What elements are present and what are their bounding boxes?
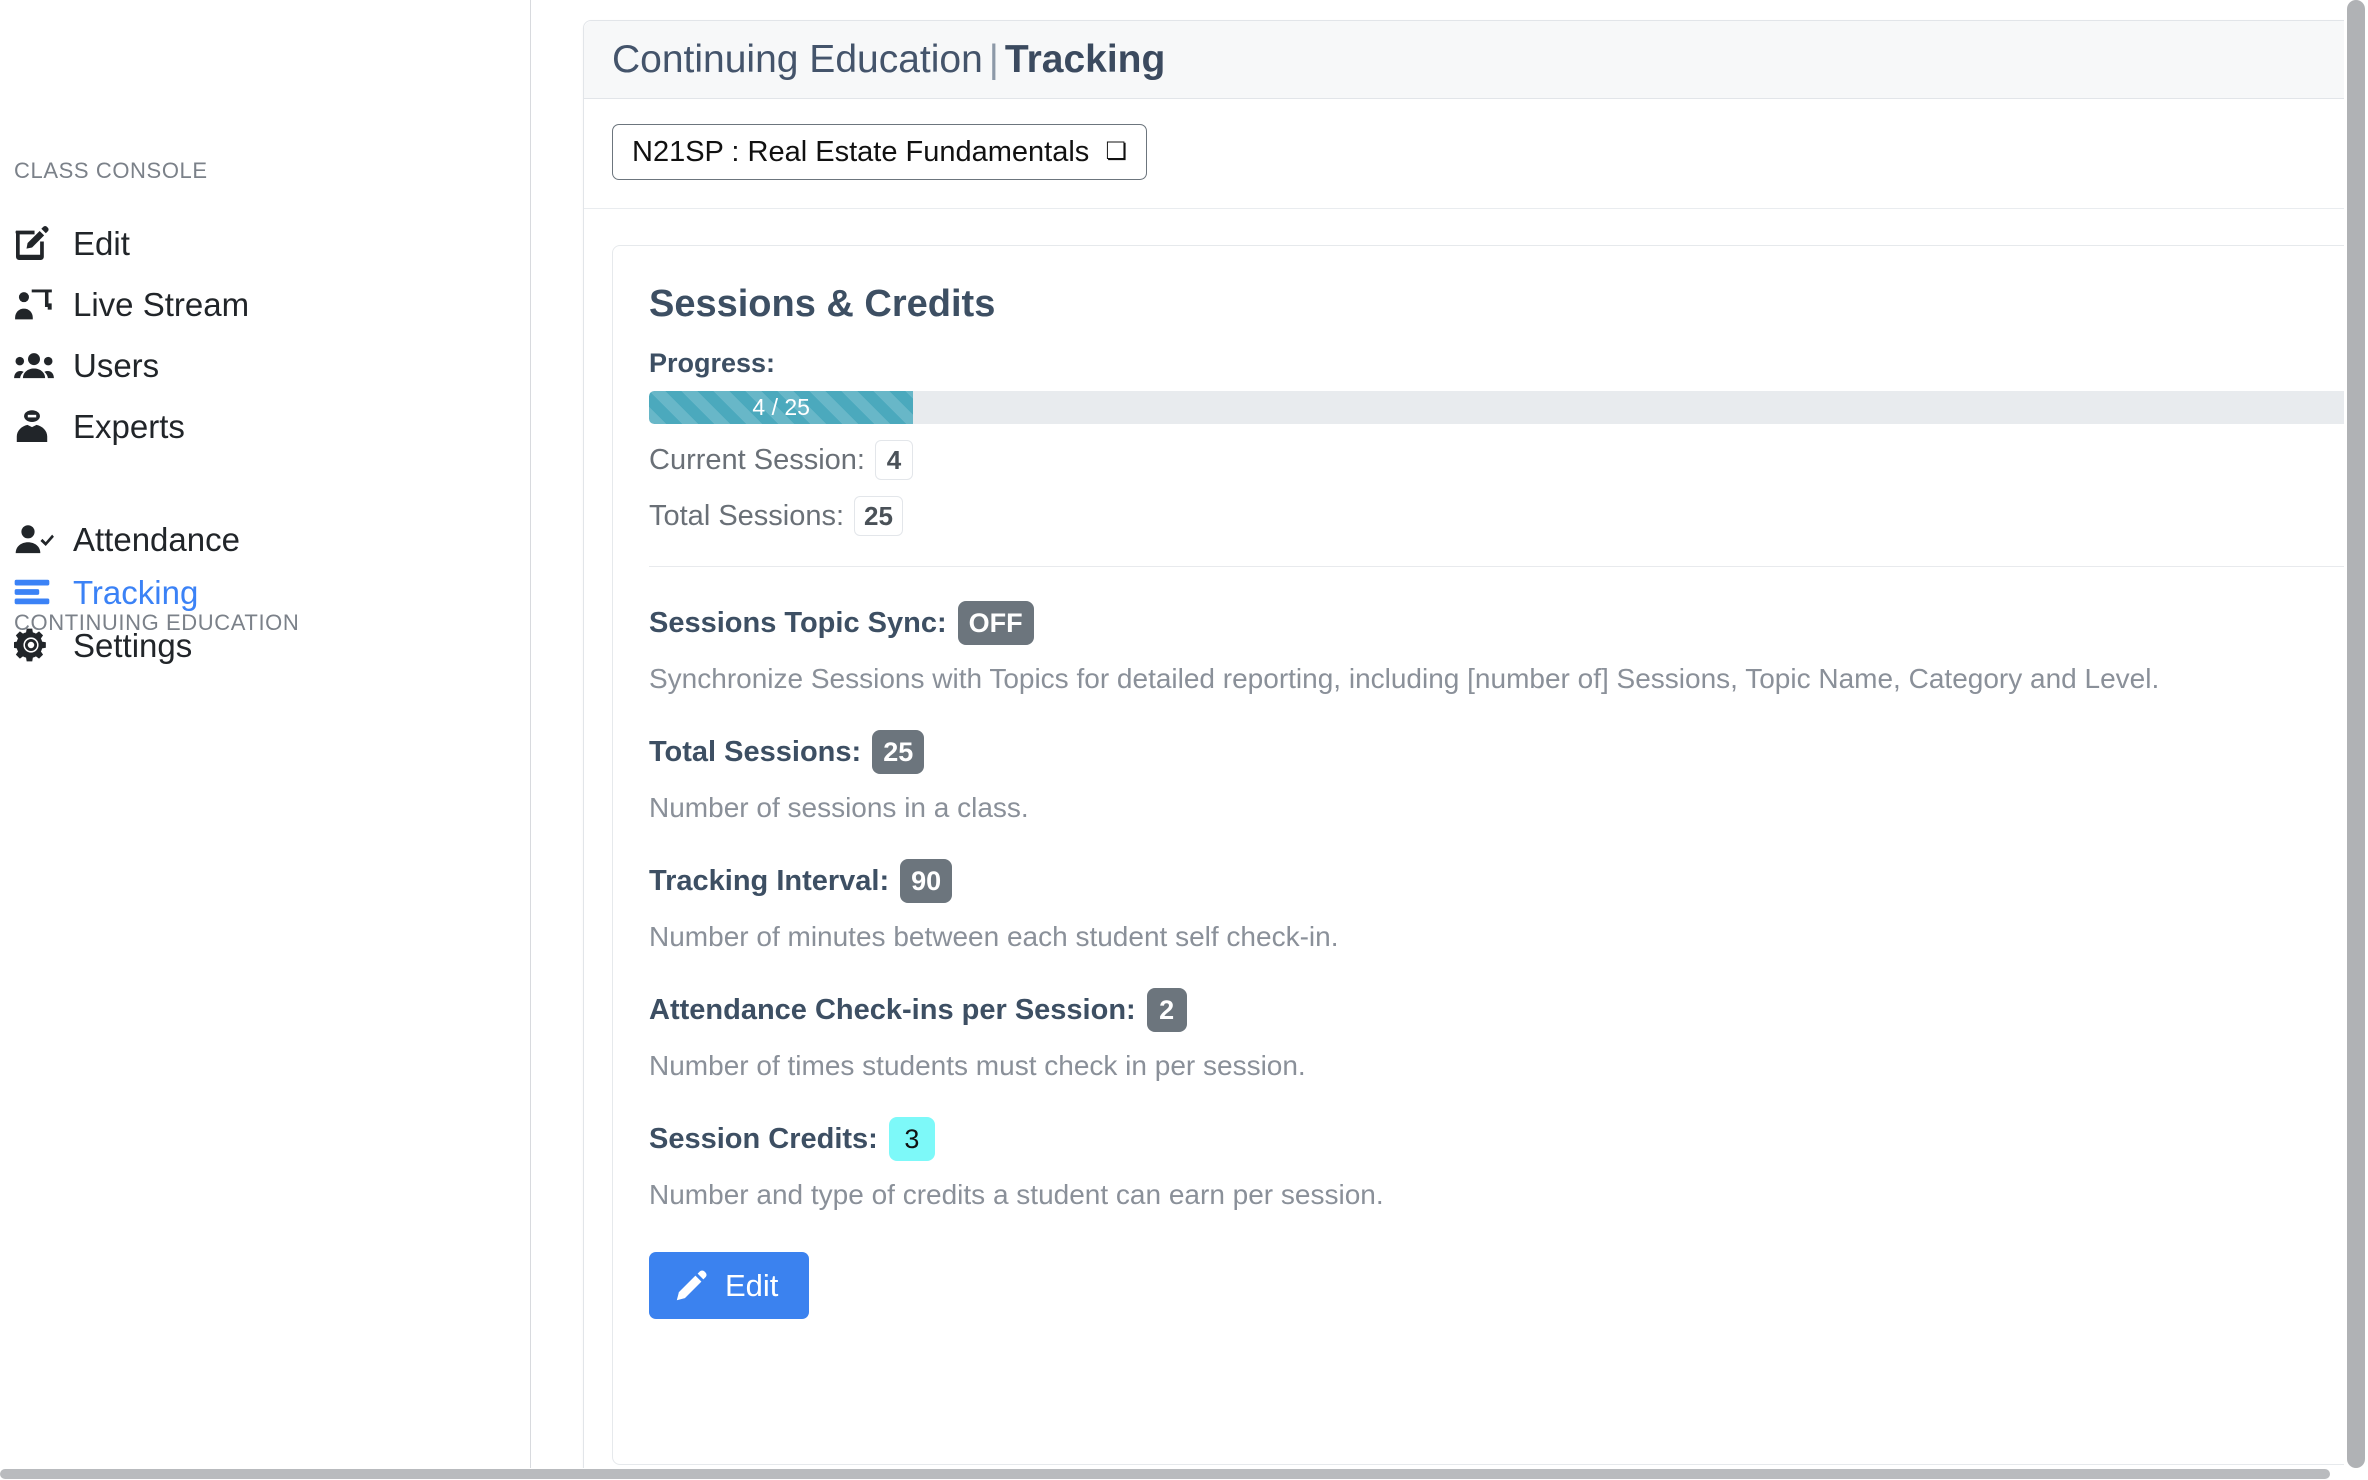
setting-label: Session Credits:	[649, 1122, 878, 1155]
total-sessions-row: Total Sessions: 25	[649, 496, 2368, 537]
sessions-credits-card: Sessions & Credits Progress: 4 / 25 Curr…	[612, 245, 2368, 1466]
breadcrumb-separator: |	[988, 38, 999, 81]
progress-bar-track: 4 / 25	[649, 391, 2368, 425]
class-select-wrapper: N21SP : Real Estate Fundamentals ❏	[612, 124, 1147, 181]
sidebar-item-label: Edit	[73, 224, 130, 262]
tracking-panel-card: Continuing Education | Tracking N21SP : Re…	[583, 20, 2368, 1480]
sidebar-item-label: Users	[73, 346, 160, 384]
horizontal-scrollbar[interactable]	[0, 1468, 2368, 1480]
status-badge-highlighted: 3	[888, 1117, 935, 1162]
sidebar-item-experts[interactable]: Experts	[14, 407, 185, 445]
progress-label: Progress:	[649, 348, 776, 379]
user-check-icon	[14, 520, 54, 558]
divider	[649, 566, 2368, 568]
status-badge: 90	[900, 859, 953, 904]
setting-label: Attendance Check-ins per Session:	[649, 993, 1136, 1026]
align-left-bars-icon	[14, 573, 54, 611]
setting-total-sessions: Total Sessions: 25 Number of sessions in…	[649, 730, 2368, 825]
sidebar-item-label: Live Stream	[73, 285, 250, 323]
current-session-label: Current Session:	[649, 443, 865, 476]
gear-icon	[14, 626, 54, 664]
sidebar-item-label: Settings	[73, 626, 193, 664]
edit-button-label: Edit	[725, 1268, 779, 1304]
total-sessions-label: Total Sessions:	[649, 499, 845, 532]
sidebar-item-live-stream[interactable]: Live Stream	[14, 285, 249, 323]
setting-session-credits: Session Credits: 3 Number and type of cr…	[649, 1117, 2368, 1212]
setting-attendance-checkins: Attendance Check-ins per Session: 2 Numb…	[649, 988, 2368, 1083]
main-content: Continuing Education | Tracking N21SP : Re…	[531, 0, 2368, 1480]
user-tie-icon	[14, 407, 54, 445]
setting-tracking-interval: Tracking Interval: 90 Number of minutes …	[649, 859, 2368, 954]
horizontal-scrollbar-thumb[interactable]	[0, 1469, 2330, 1479]
setting-description: Synchronize Sessions with Topics for det…	[649, 663, 2160, 695]
progress-bar-fill: 4 / 25	[649, 391, 914, 425]
chalkboard-user-icon	[14, 285, 54, 323]
breadcrumb-current: Tracking	[1004, 38, 1166, 81]
sidebar-item-label: Experts	[73, 407, 185, 445]
setting-header: Session Credits: 3	[649, 1117, 2368, 1162]
class-select[interactable]: N21SP : Real Estate Fundamentals	[612, 124, 1147, 181]
setting-label: Sessions Topic Sync:	[649, 606, 947, 639]
status-badge: 25	[872, 730, 925, 775]
setting-header: Tracking Interval: 90	[649, 859, 2368, 904]
current-session-row: Current Session: 4	[649, 440, 2368, 481]
status-badge: 2	[1146, 988, 1187, 1033]
setting-label: Total Sessions:	[649, 735, 862, 768]
current-session-value: 4	[875, 440, 913, 481]
card-header: Continuing Education | Tracking	[584, 21, 2368, 99]
vertical-scrollbar[interactable]	[2344, 0, 2368, 1468]
setting-header: Total Sessions: 25	[649, 730, 2368, 775]
class-selector-row: N21SP : Real Estate Fundamentals ❏	[584, 99, 2368, 210]
setting-header: Attendance Check-ins per Session: 2	[649, 988, 2368, 1033]
edit-button[interactable]: Edit	[649, 1252, 810, 1320]
sidebar-item-settings[interactable]: Settings	[14, 626, 192, 664]
sidebar-item-attendance[interactable]: Attendance	[14, 520, 240, 558]
sidebar-item-tracking[interactable]: Tracking	[14, 573, 198, 611]
breadcrumb-primary: Continuing Education	[612, 38, 983, 81]
sidebar-item-label: Attendance	[73, 520, 240, 558]
panel-body: Sessions & Credits Progress: 4 / 25 Curr…	[584, 209, 2368, 1466]
users-group-icon	[14, 346, 54, 384]
vertical-scrollbar-thumb[interactable]	[2347, 0, 2365, 1468]
setting-description: Number and type of credits a student can…	[649, 1179, 1384, 1211]
setting-description: Number of sessions in a class.	[649, 792, 1029, 824]
sidebar-item-users[interactable]: Users	[14, 346, 159, 384]
sidebar-item-edit[interactable]: Edit	[14, 224, 130, 262]
sidebar-section-class-console: CLASS CONSOLE	[14, 158, 208, 183]
sidebar: CLASS CONSOLE Edit Live Stream Users Exp…	[0, 0, 531, 1480]
status-badge: OFF	[957, 601, 1034, 646]
pencil-icon	[675, 1269, 708, 1302]
page-title: Continuing Education | Tracking	[612, 40, 1165, 79]
setting-description: Number of times students must check in p…	[649, 1050, 1306, 1082]
section-title: Sessions & Credits	[649, 283, 996, 326]
sidebar-item-label: Tracking	[73, 573, 199, 611]
setting-sessions-topic-sync: Sessions Topic Sync: OFF Synchronize Ses…	[649, 601, 2368, 696]
progress-bar-text: 4 / 25	[752, 394, 810, 421]
total-sessions-value: 25	[854, 496, 903, 537]
app-root: CLASS CONSOLE Edit Live Stream Users Exp…	[0, 0, 2368, 1480]
setting-description: Number of minutes between each student s…	[649, 921, 1339, 953]
setting-header: Sessions Topic Sync: OFF	[649, 601, 2368, 646]
edit-square-icon	[14, 224, 54, 262]
setting-label: Tracking Interval:	[649, 864, 890, 897]
